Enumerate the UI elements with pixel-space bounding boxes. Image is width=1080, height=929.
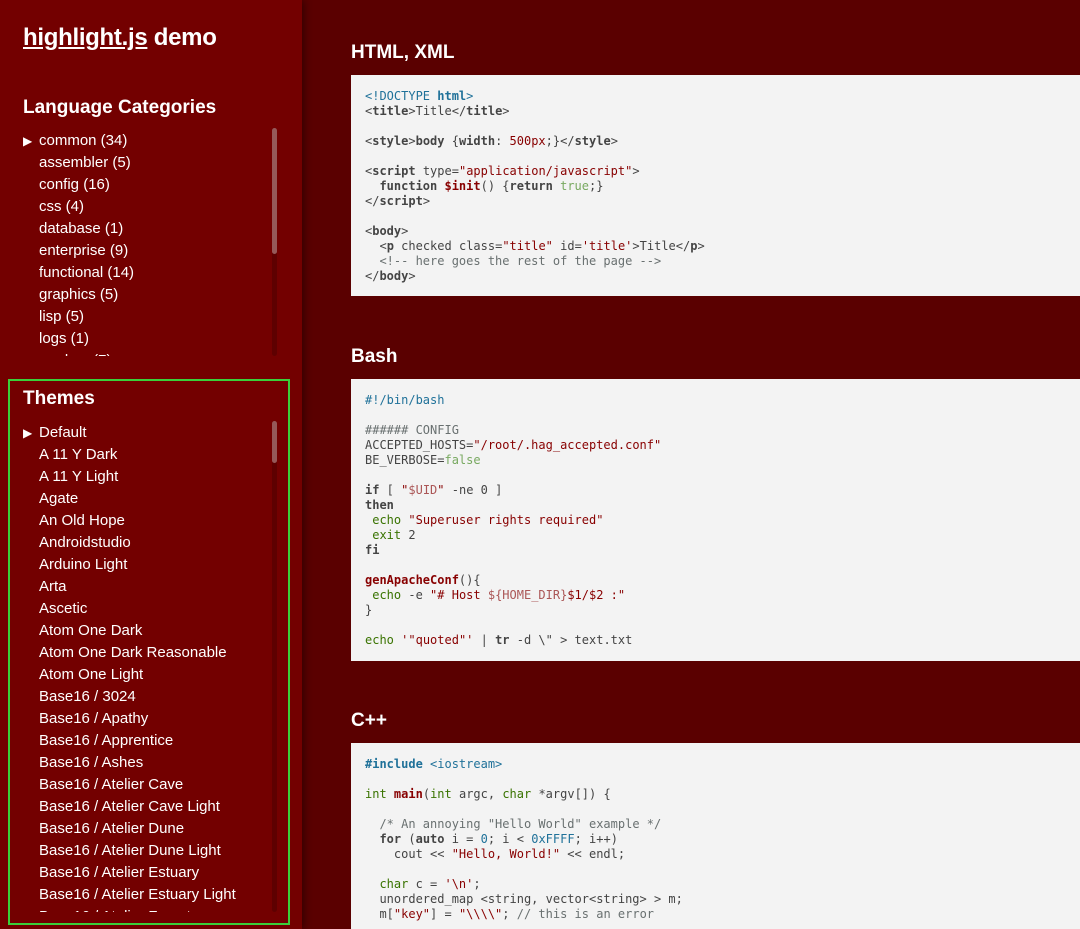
site-title: highlight.js demo: [23, 24, 217, 52]
code-block-cpp: #include <iostream> int main(int argc, c…: [351, 743, 1080, 929]
theme-item[interactable]: Atom One Dark: [23, 620, 268, 642]
themes-heading: Themes: [23, 388, 95, 409]
categories-list: common (34)assembler (5)config (16)css (…: [23, 130, 268, 356]
category-item[interactable]: markup (7): [23, 350, 268, 356]
theme-item[interactable]: A 11 Y Light: [23, 466, 268, 488]
theme-item[interactable]: An Old Hope: [23, 510, 268, 532]
category-item[interactable]: database (1): [23, 218, 268, 240]
category-item[interactable]: common (34): [23, 130, 268, 152]
theme-item[interactable]: Base16 / Ashes: [23, 752, 268, 774]
theme-item[interactable]: Arduino Light: [23, 554, 268, 576]
themes-list-container[interactable]: DefaultA 11 Y DarkA 11 Y LightAgateAn Ol…: [23, 422, 268, 912]
category-item[interactable]: enterprise (9): [23, 240, 268, 262]
theme-item[interactable]: Default: [23, 422, 268, 444]
section-title-html-xml: HTML, XML: [351, 42, 455, 63]
code-block-bash: #!/bin/bash ###### CONFIG ACCEPTED_HOSTS…: [351, 379, 1080, 661]
theme-item[interactable]: Base16 / Atelier Estuary Light: [23, 884, 268, 906]
site-title-link[interactable]: highlight.js: [23, 24, 148, 51]
theme-item[interactable]: Base16 / Atelier Estuary: [23, 862, 268, 884]
category-item[interactable]: logs (1): [23, 328, 268, 350]
categories-scrollbar-thumb[interactable]: [272, 128, 277, 254]
category-item[interactable]: functional (14): [23, 262, 268, 284]
themes-scrollbar[interactable]: [272, 421, 277, 912]
theme-item[interactable]: Base16 / Atelier Cave: [23, 774, 268, 796]
theme-item[interactable]: Androidstudio: [23, 532, 268, 554]
theme-item[interactable]: Base16 / 3024: [23, 686, 268, 708]
category-item[interactable]: graphics (5): [23, 284, 268, 306]
theme-item[interactable]: Base16 / Apprentice: [23, 730, 268, 752]
theme-item[interactable]: Base16 / Atelier Cave Light: [23, 796, 268, 818]
section-title-cpp: C++: [351, 710, 387, 731]
site-title-suffix: demo: [147, 24, 217, 51]
themes-list: DefaultA 11 Y DarkA 11 Y LightAgateAn Ol…: [23, 422, 268, 912]
theme-item[interactable]: Atom One Dark Reasonable: [23, 642, 268, 664]
theme-item[interactable]: Arta: [23, 576, 268, 598]
category-item[interactable]: assembler (5): [23, 152, 268, 174]
theme-item[interactable]: Base16 / Apathy: [23, 708, 268, 730]
theme-item[interactable]: Agate: [23, 488, 268, 510]
theme-item[interactable]: Atom One Light: [23, 664, 268, 686]
categories-list-container[interactable]: common (34)assembler (5)config (16)css (…: [23, 130, 268, 356]
theme-item[interactable]: Base16 / Atelier Dune Light: [23, 840, 268, 862]
section-title-bash: Bash: [351, 346, 398, 367]
categories-heading: Language Categories: [23, 97, 217, 118]
sidebar: highlight.js demo Language Categories co…: [0, 0, 302, 929]
theme-item[interactable]: Base16 / Atelier Dune: [23, 818, 268, 840]
theme-item[interactable]: Base16 / Atelier Forest: [23, 906, 268, 912]
theme-item[interactable]: A 11 Y Dark: [23, 444, 268, 466]
theme-item[interactable]: Ascetic: [23, 598, 268, 620]
themes-scrollbar-thumb[interactable]: [272, 421, 277, 463]
code-block-html-xml: <!DOCTYPE html> <title>Title</title> <st…: [351, 75, 1080, 296]
category-item[interactable]: config (16): [23, 174, 268, 196]
category-item[interactable]: css (4): [23, 196, 268, 218]
categories-scrollbar[interactable]: [272, 128, 277, 356]
category-item[interactable]: lisp (5): [23, 306, 268, 328]
